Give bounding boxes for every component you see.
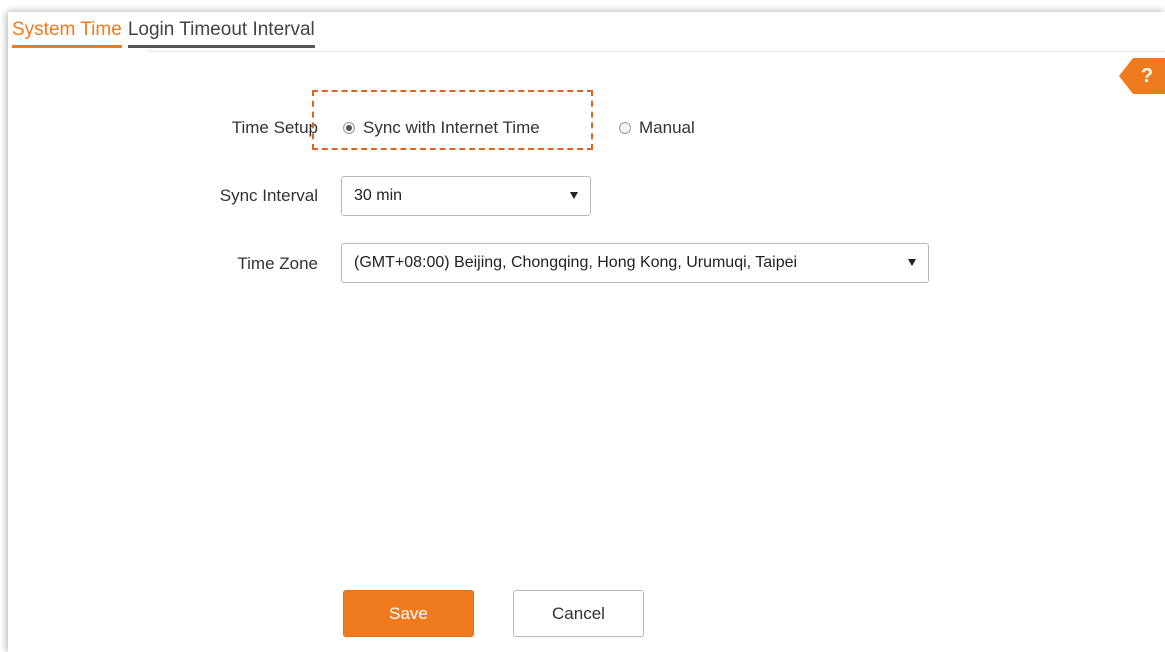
time-zone-label: Time Zone [237, 254, 318, 273]
time-setup-label: Time Setup [231, 118, 318, 137]
chevron-down-icon [570, 192, 578, 199]
sync-interval-value: 30 min [354, 187, 403, 204]
tab-login-timeout-interval[interactable]: Login Timeout Interval [127, 19, 315, 48]
tab-bar: System Time Login Timeout Interval [12, 19, 321, 48]
radio-checked-icon[interactable] [343, 122, 355, 134]
tab-system-time[interactable]: System Time [12, 19, 122, 48]
radio-sync-internet-time[interactable]: Sync with Internet Time [343, 118, 540, 138]
time-zone-select[interactable]: (GMT+08:00) Beijing, Chongqing, Hong Kon… [341, 243, 929, 283]
help-icon: ? [1140, 64, 1154, 87]
sync-interval-label: Sync Interval [219, 186, 318, 205]
cancel-button[interactable]: Cancel [513, 590, 644, 637]
chevron-down-icon [908, 259, 916, 266]
time-zone-value: (GMT+08:00) Beijing, Chongqing, Hong Kon… [354, 254, 798, 271]
tab-divider [148, 51, 1165, 52]
radio-sync-label: Sync with Internet Time [363, 118, 540, 137]
radio-manual-label: Manual [639, 118, 695, 137]
radio-manual[interactable]: Manual [619, 118, 695, 138]
sync-interval-select[interactable]: 30 min [341, 176, 591, 216]
save-button[interactable]: Save [343, 590, 474, 637]
radio-unchecked-icon[interactable] [619, 122, 631, 134]
